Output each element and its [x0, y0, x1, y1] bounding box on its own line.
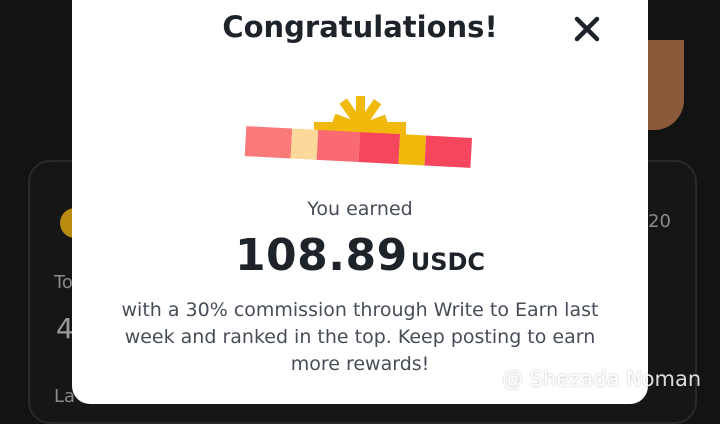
reward-modal: Congratulations! You earned 108.89 USDC w… — [72, 0, 648, 404]
background-text-fragment: To — [54, 272, 73, 293]
binance-logo-icon — [472, 366, 498, 392]
earned-label: You earned — [307, 198, 413, 220]
earned-amount: 108.89 USDC — [72, 230, 648, 281]
watermark: @ Shezada Noman — [472, 366, 701, 392]
gift-box-icon — [244, 96, 472, 168]
amount-unit: USDC — [410, 248, 486, 276]
modal-title: Congratulations! — [222, 10, 498, 44]
watermark-text: @ Shezada Noman — [502, 367, 702, 391]
amount-value: 108.89 — [234, 230, 408, 281]
background-date-fragment: 20 — [648, 211, 671, 232]
close-icon[interactable] — [572, 14, 602, 44]
